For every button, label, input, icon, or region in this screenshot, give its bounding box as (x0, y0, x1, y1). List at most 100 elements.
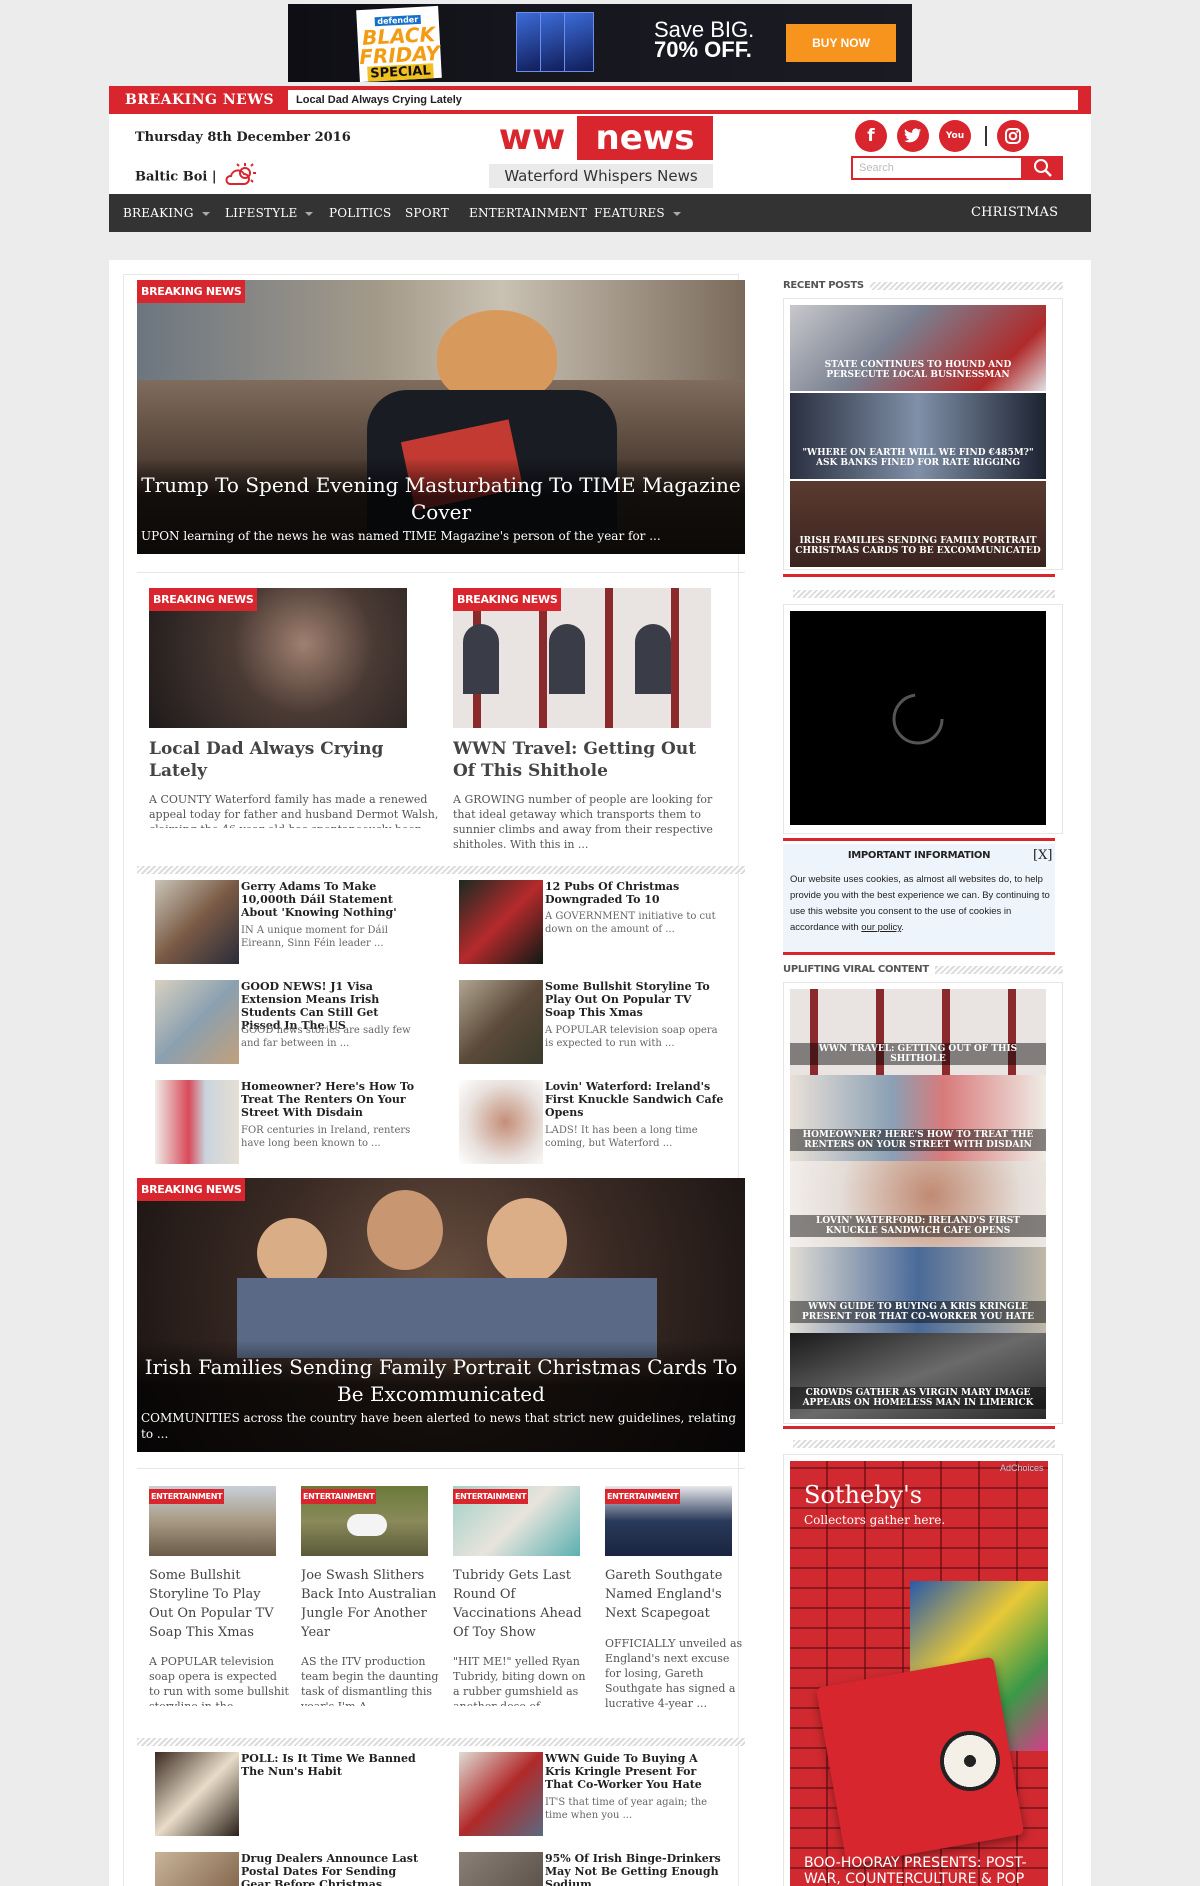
twitter-icon[interactable] (897, 120, 929, 152)
section-divider (137, 1738, 745, 1746)
ad-line-special: SPECIAL (367, 63, 434, 82)
facebook-icon[interactable]: f (855, 120, 887, 152)
story-card[interactable]: ENTERTAINMENT Some Bullshit Storyline To… (149, 1486, 293, 1706)
recent-post-item[interactable]: IRISH FAMILIES SENDING FAMILY PORTRAIT C… (790, 481, 1046, 567)
section-divider (137, 866, 745, 874)
story-title[interactable]: Local Dad Always Crying Lately (149, 738, 439, 782)
cookie-close-button[interactable]: [X] (1033, 848, 1052, 863)
viral-item-title: CROWDS GATHER AS VIRGIN MARY IMAGE APPEA… (790, 1387, 1046, 1409)
story-excerpt: A COUNTY Waterford family has made a ren… (149, 793, 439, 828)
viral-item-title: WWN GUIDE TO BUYING A KRIS KRINGLE PRESE… (790, 1301, 1046, 1323)
sothebys-ad[interactable]: AdChoices Sotheby's Collectors gather he… (790, 1461, 1048, 1886)
story-title[interactable]: Gerry Adams To Make 10,000th Dáil Statem… (241, 880, 421, 919)
hero-title[interactable]: Trump To Spend Evening Masturbating To T… (141, 472, 741, 526)
breaking-news-ticker[interactable]: Local Dad Always Crying Lately (287, 89, 1079, 111)
story-title[interactable]: Tubridy Gets Last Round Of Vaccinations … (453, 1566, 593, 1642)
story-title[interactable]: Some Bullshit Storyline To Play Out On P… (545, 980, 725, 1019)
story-card[interactable]: ENTERTAINMENT Joe Swash Slithers Back In… (301, 1486, 445, 1706)
nav-item-sport[interactable]: SPORT (405, 194, 449, 232)
recent-post-item[interactable]: "WHERE ON EARTH WILL WE FIND €485M?" ASK… (790, 393, 1046, 479)
list-item[interactable]: 12 Pubs Of Christmas Downgraded To 10 A … (459, 880, 739, 970)
buy-now-button[interactable]: BUY NOW (786, 24, 896, 62)
list-item[interactable]: Drug Dealers Announce Last Postal Dates … (155, 1852, 435, 1886)
viral-content-widget: WWN TRAVEL: GETTING OUT OF THIS SHITHOLE… (783, 982, 1063, 1424)
viral-item[interactable]: WWN TRAVEL: GETTING OUT OF THIS SHITHOLE (790, 989, 1046, 1075)
ad-tagline: Collectors gather here. (804, 1513, 946, 1527)
recent-posts-widget: STATE CONTINUES TO HOUND AND PERSECUTE L… (783, 298, 1063, 570)
top-banner-ad[interactable]: defender BLACK FRIDAY SPECIAL Save BIG. … (288, 4, 912, 82)
story-title[interactable]: Lovin' Waterford: Ireland's First Knuckl… (545, 1080, 725, 1119)
viral-item[interactable]: CROWDS GATHER AS VIRGIN MARY IMAGE APPEA… (790, 1333, 1046, 1419)
list-item[interactable]: 95% Of Irish Binge-Drinkers May Not Be G… (459, 1852, 739, 1886)
list-item[interactable]: Some Bullshit Storyline To Play Out On P… (459, 980, 739, 1070)
story-title[interactable]: 95% Of Irish Binge-Drinkers May Not Be G… (545, 1852, 725, 1886)
recent-post-title: "WHERE ON EARTH WILL WE FIND €485M?" ASK… (802, 448, 1034, 468)
recent-posts-title: RECENT POSTS (783, 280, 870, 291)
list-item[interactable]: POLL: Is It Time We Banned The Nun's Hab… (155, 1752, 435, 1842)
list-item[interactable]: WWN Guide To Buying A Kris Kringle Prese… (459, 1752, 739, 1842)
story-card[interactable]: ENTERTAINMENT Tubridy Gets Last Round Of… (453, 1486, 597, 1706)
story-thumbnail (459, 980, 543, 1064)
story-card[interactable]: BREAKING NEWS Local Dad Always Crying La… (149, 588, 439, 828)
viral-item[interactable]: LOVIN' WATERFORD: IRELAND'S FIRST KNUCKL… (790, 1161, 1046, 1247)
search-icon (1034, 159, 1052, 177)
story-thumbnail (155, 880, 239, 964)
viral-item[interactable]: WWN GUIDE TO BUYING A KRIS KRINGLE PRESE… (790, 1247, 1046, 1333)
story-card[interactable]: BREAKING NEWS WWN Travel: Getting Out Of… (453, 588, 743, 858)
story-title[interactable]: WWN Travel: Getting Out Of This Shithole (453, 738, 723, 782)
social-links: f You (855, 120, 1035, 152)
viral-item[interactable]: HOMEOWNER? HERE'S HOW TO TREAT THE RENTE… (790, 1075, 1046, 1161)
logo-tagline: Waterford Whispers News (489, 164, 713, 188)
recent-post-title: STATE CONTINUES TO HOUND AND PERSECUTE L… (824, 360, 1012, 380)
search-button[interactable] (1023, 156, 1063, 180)
story-title[interactable]: Some Bullshit Storyline To Play Out On P… (149, 1566, 289, 1642)
main-content: BREAKING NEWS Trump To Spend Evening Mas… (109, 260, 1091, 1886)
hero-title[interactable]: Irish Families Sending Family Portrait C… (141, 1354, 741, 1408)
story-excerpt: GOOD news stories are sadly few and far … (241, 1025, 411, 1049)
breaking-news-bar: BREAKING NEWS Local Dad Always Crying La… (109, 86, 1091, 114)
hero-story[interactable]: BREAKING NEWS Trump To Spend Evening Mas… (137, 280, 745, 554)
story-thumbnail (459, 1852, 543, 1886)
hero-story[interactable]: BREAKING NEWS Irish Families Sending Fam… (137, 1178, 745, 1452)
story-excerpt: A GOVERNMENT initiative to cut down on t… (545, 911, 716, 935)
search-input[interactable]: Search (851, 156, 1023, 180)
list-item[interactable]: GOOD NEWS! J1 Visa Extension Means Irish… (155, 980, 435, 1070)
nav-item-christmas[interactable]: CHRISTMAS (971, 194, 1058, 232)
recent-post-item[interactable]: STATE CONTINUES TO HOUND AND PERSECUTE L… (790, 305, 1046, 391)
nav-item-politics[interactable]: POLITICS (329, 194, 391, 232)
nav-item-lifestyle[interactable]: LIFESTYLE (225, 194, 314, 232)
nav-item-breaking[interactable]: BREAKING (123, 194, 210, 232)
weather-widget: Baltic Boi | (135, 162, 259, 192)
story-title[interactable]: Gareth Southgate Named England's Next Sc… (605, 1566, 745, 1623)
chevron-down-icon (201, 211, 210, 216)
story-thumbnail (459, 1752, 543, 1836)
story-title[interactable]: 12 Pubs Of Christmas Downgraded To 10 (545, 880, 725, 906)
story-title[interactable]: Joe Swash Slithers Back Into Australian … (301, 1566, 441, 1642)
cookie-policy-link[interactable]: our policy (861, 922, 901, 933)
breaking-news-badge: BREAKING NEWS (453, 588, 562, 611)
loading-spinner-icon (892, 693, 944, 745)
story-title[interactable]: POLL: Is It Time We Banned The Nun's Hab… (241, 1752, 421, 1778)
story-thumbnail (459, 1080, 543, 1164)
list-item[interactable]: Lovin' Waterford: Ireland's First Knuckl… (459, 1080, 739, 1170)
instagram-icon[interactable] (997, 120, 1029, 152)
nav-item-features[interactable]: FEATURES (594, 194, 681, 232)
youtube-icon[interactable]: You (939, 120, 971, 152)
story-card[interactable]: ENTERTAINMENT Gareth Southgate Named Eng… (605, 1486, 749, 1716)
product-boxes-image (516, 12, 604, 74)
adchoices-icon[interactable]: AdChoices (1000, 1463, 1044, 1473)
story-excerpt: "HIT ME!" yelled Ryan Tubridy, biting do… (453, 1655, 586, 1706)
video-player[interactable] (790, 611, 1046, 825)
story-excerpt: IT'S that time of year again; the time w… (545, 1797, 708, 1821)
chevron-down-icon (305, 211, 314, 216)
story-title[interactable]: Homeowner? Here's How To Treat The Rente… (241, 1080, 421, 1119)
nav-item-entertainment[interactable]: ENTERTAINMENT (469, 194, 587, 232)
breaking-news-badge: BREAKING NEWS (137, 1178, 246, 1201)
hero-caption: Irish Families Sending Family Portrait C… (137, 1340, 745, 1452)
site-logo[interactable]: ww news Waterford Whispers News (481, 114, 721, 190)
list-item[interactable]: Gerry Adams To Make 10,000th Dáil Statem… (155, 880, 435, 970)
story-title[interactable]: Drug Dealers Announce Last Postal Dates … (241, 1852, 421, 1886)
list-item[interactable]: Homeowner? Here's How To Treat The Rente… (155, 1080, 435, 1170)
story-title[interactable]: WWN Guide To Buying A Kris Kringle Prese… (545, 1752, 725, 1791)
viral-item-title: HOMEOWNER? HERE'S HOW TO TREAT THE RENTE… (790, 1129, 1046, 1151)
